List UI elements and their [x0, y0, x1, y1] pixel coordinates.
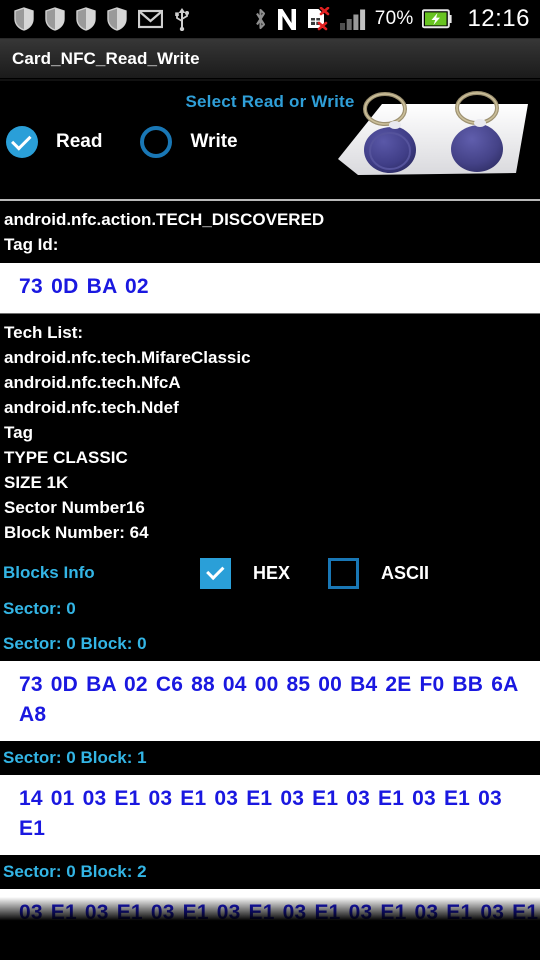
radio-write[interactable] [140, 126, 173, 158]
nfc-action-label: android.nfc.action.TECH_DISCOVERED [4, 210, 325, 229]
checkbox-hex[interactable] [200, 557, 231, 589]
nfc-keyfobs-photo [338, 91, 528, 175]
tech-list-item: Sector Number16 [4, 498, 145, 517]
tech-list-item: Tag [4, 423, 33, 442]
radio-read[interactable] [6, 126, 38, 158]
tag-info-header: android.nfc.action.TECH_DISCOVERED Tag I… [0, 201, 540, 263]
shield-icon [14, 7, 34, 31]
read-write-selector-panel: Select Read or Write Read Write [0, 81, 540, 199]
status-bar-right-icons: 70% 12:16 [253, 5, 532, 33]
signal-bars-icon [339, 9, 365, 30]
tag-id-value: 73 0D BA 02 [19, 275, 149, 298]
tech-list-item: Block Number: 64 [4, 523, 149, 542]
gmail-icon [138, 9, 163, 29]
tag-id-value-box: 73 0D BA 02 [0, 263, 540, 313]
block-value-box: 73 0D BA 02 C6 88 04 00 85 00 B4 2E F0 B… [0, 661, 540, 741]
tech-list-item: SIZE 1K [4, 473, 69, 492]
app-title: Card_NFC_Read_Write [12, 48, 200, 68]
block-header: Sector: 0 Block: 2 [0, 855, 540, 889]
action-bar: Card_NFC_Read_Write [0, 39, 540, 79]
blocks-info-row: Blocks Info HEX ASCII [0, 551, 540, 595]
sim-card-error-icon [307, 7, 330, 31]
checkbox-ascii[interactable] [328, 557, 360, 589]
phone-screen: 70% 12:16 Card_NFC_Read_Write Select Rea… [0, 0, 540, 960]
tech-list-item: android.nfc.tech.MifareClassic [4, 348, 251, 367]
block-value-box: 14 01 03 E1 03 E1 03 E1 03 E1 03 E1 03 E… [0, 775, 540, 855]
battery-charging-icon [422, 9, 453, 29]
block-value: 73 0D BA 02 C6 88 04 00 85 00 B4 2E F0 B… [19, 673, 518, 726]
bluetooth-icon [255, 8, 265, 30]
radio-read-label[interactable]: Read [56, 131, 102, 153]
shield-icon [107, 7, 127, 31]
status-bar-left-icons [14, 7, 190, 31]
tech-list-item: TYPE CLASSIC [4, 448, 128, 467]
sector-label: Sector: 0 [0, 595, 540, 627]
tech-list-item: android.nfc.tech.NfcA [4, 373, 181, 392]
blocks-info-label: Blocks Info [3, 563, 95, 582]
status-bar-clock: 12:16 [467, 5, 530, 32]
tag-id-label: Tag Id: [4, 235, 59, 254]
nfc-icon [277, 8, 296, 30]
tech-list-section: Tech List: android.nfc.tech.MifareClassi… [0, 314, 540, 551]
main-content: Select Read or Write Read Write android.… [0, 81, 540, 960]
radio-write-label[interactable]: Write [190, 131, 237, 153]
shield-icon [76, 7, 96, 31]
checkbox-ascii-label[interactable]: ASCII [381, 563, 429, 584]
tech-list-item: android.nfc.tech.Ndef [4, 398, 179, 417]
content-bottom-filler [0, 933, 540, 960]
block-header: Sector: 0 Block: 1 [0, 741, 540, 775]
block-value: 14 01 03 E1 03 E1 03 E1 03 E1 03 E1 03 E… [19, 787, 502, 840]
shield-icon [45, 7, 65, 31]
checkbox-hex-label[interactable]: HEX [253, 563, 290, 584]
tech-list-heading: Tech List: [4, 323, 84, 342]
block-value-box-cutoff: 03 E1 03 E1 03 E1 03 E1 03 E1 03 E1 03 E… [0, 889, 540, 933]
block-value: 03 E1 03 E1 03 E1 03 E1 03 E1 03 E1 03 E… [19, 901, 539, 924]
status-bar: 70% 12:16 [0, 0, 540, 38]
block-header: Sector: 0 Block: 0 [0, 627, 540, 661]
battery-percent-label: 70% [374, 8, 414, 29]
usb-icon [175, 8, 189, 31]
